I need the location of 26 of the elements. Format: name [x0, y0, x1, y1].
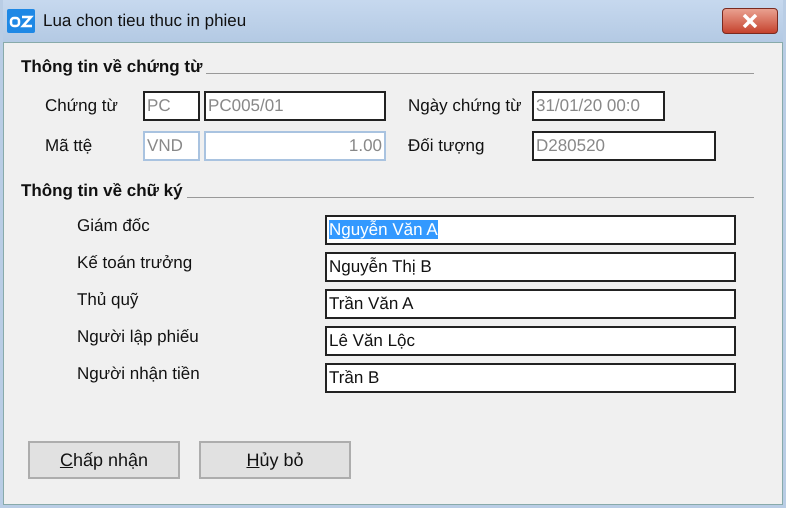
window-title: Lua chon tieu thuc in phieu	[43, 10, 248, 32]
section-heading: Thông tin về chữ ký	[21, 181, 183, 201]
field-label: Mã ttệ	[44, 135, 94, 158]
section-heading: Thông tin về chứng từ	[21, 57, 202, 77]
dialog-button[interactable]: Chấp nhận	[28, 441, 180, 479]
input-field[interactable]: Nguyễn Thị B	[325, 252, 736, 282]
input-field[interactable]: PC005/01	[204, 91, 386, 121]
input-field[interactable]: PC	[143, 91, 200, 121]
signature-label: Thủ quỹ	[76, 289, 140, 311]
input-field[interactable]: Nguyễn Văn A	[325, 215, 736, 245]
signature-label: Kế toán trưởng	[76, 252, 194, 274]
input-field[interactable]: D280520	[532, 131, 716, 161]
field-label: Chứng từ	[44, 95, 119, 118]
field-label: Đối tượng	[407, 135, 486, 158]
input-field[interactable]: Lê Văn Lộc	[325, 326, 736, 356]
input-field[interactable]: Trần B	[325, 363, 736, 393]
input-field[interactable]: Trần Văn A	[325, 289, 736, 319]
input-field[interactable]: 31/01/20 00:0	[532, 91, 665, 121]
signature-label: Giám đốc	[76, 215, 151, 237]
app-logo-icon	[7, 9, 35, 33]
signature-label: Người nhận tiền	[76, 363, 201, 385]
close-icon	[742, 14, 758, 28]
field-label: Ngày chứng từ	[407, 95, 522, 118]
signature-label: Người lập phiếu	[76, 326, 200, 348]
close-button[interactable]	[722, 8, 778, 34]
dialog-button[interactable]: Hủy bỏ	[199, 441, 351, 479]
